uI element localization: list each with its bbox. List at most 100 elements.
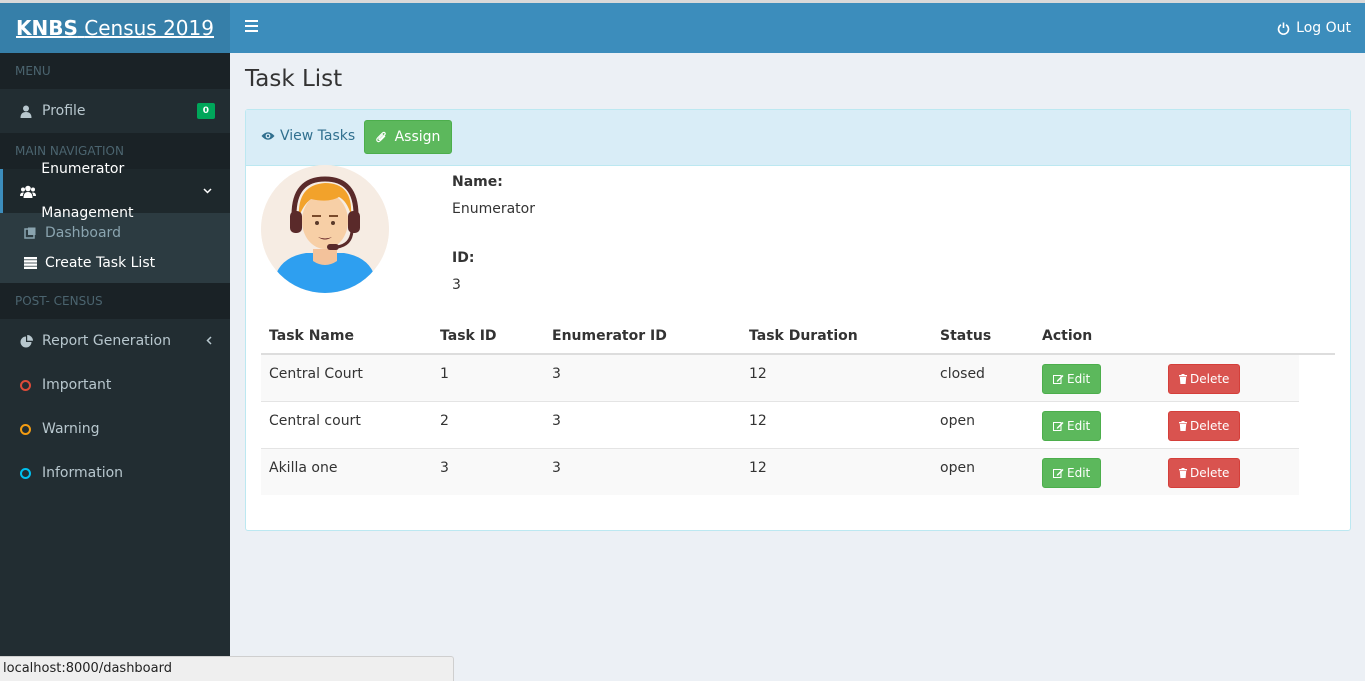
paperclip-icon bbox=[375, 131, 387, 143]
view-tasks-label: View Tasks bbox=[280, 128, 356, 144]
sidebar-item-report-generation[interactable]: Report Generation bbox=[0, 319, 230, 363]
edit-icon bbox=[1053, 468, 1064, 478]
cell-edit: Edit bbox=[1034, 353, 1160, 401]
trash-icon bbox=[1179, 467, 1187, 478]
cell-task-name: Central court bbox=[261, 400, 432, 448]
sidebar-item-label: Profile bbox=[42, 103, 86, 119]
list-icon bbox=[24, 257, 45, 269]
chevron-left-icon bbox=[206, 319, 212, 363]
col-action-2 bbox=[1160, 319, 1299, 355]
chevron-down-icon bbox=[203, 169, 212, 213]
table-row: Akilla one 3 3 12 open Edit Delete bbox=[261, 447, 1335, 495]
task-list-panel: View Tasks Assign Name: Enumerator ID: 3… bbox=[245, 109, 1351, 531]
delete-label: Delete bbox=[1190, 418, 1230, 433]
sidebar-item-important[interactable]: Important bbox=[0, 363, 230, 407]
cell-enumerator-id: 3 bbox=[544, 400, 741, 448]
sidebar-item-enumerator-management[interactable]: Enumerator Management bbox=[0, 161, 230, 221]
edit-button[interactable]: Edit bbox=[1042, 364, 1102, 394]
section-post-census: POST- CENSUS bbox=[0, 283, 230, 319]
eye-icon bbox=[261, 131, 275, 141]
name-label: Name: bbox=[452, 174, 503, 190]
enumerator-avatar bbox=[261, 165, 389, 293]
edit-label: Edit bbox=[1067, 465, 1091, 480]
cell-task-name: Akilla one bbox=[261, 447, 432, 495]
logout-label: Log Out bbox=[1296, 20, 1351, 36]
cell-task-name: Central Court bbox=[261, 353, 432, 401]
cell-duration: 12 bbox=[741, 353, 932, 401]
cell-enumerator-id: 3 bbox=[544, 353, 741, 401]
page-title: Task List bbox=[245, 66, 343, 92]
logo-text: Census 2019 bbox=[84, 16, 214, 40]
browser-status-bar: localhost:8000/dashboard bbox=[0, 656, 454, 681]
cell-spacer bbox=[1299, 448, 1335, 495]
cell-task-id: 1 bbox=[432, 353, 544, 401]
delete-label: Delete bbox=[1190, 465, 1230, 480]
delete-button[interactable]: Delete bbox=[1168, 457, 1241, 488]
trash-icon bbox=[1179, 374, 1187, 384]
trash-icon bbox=[1179, 420, 1187, 431]
col-status: Status bbox=[932, 319, 1034, 355]
top-navbar: Log Out bbox=[230, 3, 1365, 53]
delete-label: Delete bbox=[1190, 372, 1230, 386]
edit-icon bbox=[1053, 374, 1064, 384]
sidebar-item-profile[interactable]: Profile 0 bbox=[0, 89, 230, 133]
edit-button[interactable]: Edit bbox=[1042, 410, 1102, 441]
table-header-row: Task Name Task ID Enumerator ID Task Dur… bbox=[261, 319, 1335, 355]
power-icon bbox=[1277, 22, 1290, 35]
users-icon bbox=[20, 185, 41, 198]
circle-red-icon bbox=[20, 379, 42, 391]
name-value: Enumerator bbox=[452, 201, 535, 217]
edit-label: Edit bbox=[1067, 418, 1091, 433]
sidebar: KNBS Census 2019 MENU Profile 0 MAIN NAV… bbox=[0, 3, 230, 681]
id-label: ID: bbox=[452, 250, 475, 266]
cell-status: open bbox=[932, 447, 1034, 495]
cell-duration: 12 bbox=[741, 447, 932, 495]
submenu-label: Create Task List bbox=[45, 255, 156, 271]
table-row: Central court 2 3 12 open Edit Delete bbox=[261, 400, 1335, 448]
sidebar-toggle-icon[interactable] bbox=[245, 20, 258, 34]
profile-count-badge: 0 bbox=[196, 103, 215, 119]
logo-bold-text: KNBS bbox=[16, 16, 78, 40]
sidebar-item-label: Report Generation bbox=[42, 333, 171, 349]
logout-link[interactable]: Log Out bbox=[1277, 3, 1351, 53]
sidebar-item-label: Warning bbox=[42, 421, 100, 437]
assign-button[interactable]: Assign bbox=[364, 120, 452, 154]
delete-button[interactable]: Delete bbox=[1168, 364, 1241, 394]
cell-enumerator-id: 3 bbox=[544, 447, 741, 495]
delete-button[interactable]: Delete bbox=[1168, 410, 1241, 441]
col-task-duration: Task Duration bbox=[741, 319, 932, 355]
view-tasks-link[interactable]: View Tasks bbox=[261, 128, 355, 144]
col-enumerator-id: Enumerator ID bbox=[544, 319, 741, 355]
circle-yellow-icon bbox=[20, 423, 42, 435]
cell-status: open bbox=[932, 400, 1034, 448]
cell-spacer bbox=[1299, 401, 1335, 448]
circle-aqua-icon bbox=[20, 467, 42, 479]
cell-duration: 12 bbox=[741, 400, 932, 448]
assign-label: Assign bbox=[394, 129, 441, 145]
sidebar-item-label: Information bbox=[42, 465, 124, 481]
cell-edit: Edit bbox=[1034, 447, 1160, 495]
task-table: Task Name Task ID Enumerator ID Task Dur… bbox=[261, 319, 1335, 495]
edit-icon bbox=[1053, 421, 1064, 431]
sidebar-item-label: Important bbox=[42, 377, 112, 393]
cell-spacer bbox=[1299, 354, 1335, 401]
cell-delete: Delete bbox=[1160, 353, 1299, 401]
sidebar-item-information[interactable]: Information bbox=[0, 451, 230, 495]
cell-status: closed bbox=[932, 353, 1034, 401]
panel-toolbar: View Tasks Assign bbox=[246, 110, 1350, 166]
cell-delete: Delete bbox=[1160, 400, 1299, 448]
edit-label: Edit bbox=[1067, 372, 1091, 386]
cell-edit: Edit bbox=[1034, 400, 1160, 448]
cell-delete: Delete bbox=[1160, 447, 1299, 495]
id-value: 3 bbox=[452, 277, 461, 293]
col-task-name: Task Name bbox=[261, 319, 432, 355]
cell-task-id: 3 bbox=[432, 447, 544, 495]
app-logo[interactable]: KNBS Census 2019 bbox=[0, 3, 230, 53]
submenu-item-create-task-list[interactable]: Create Task List bbox=[0, 248, 230, 278]
edit-button[interactable]: Edit bbox=[1042, 457, 1102, 488]
cell-task-id: 2 bbox=[432, 400, 544, 448]
table-row: Central Court 1 3 12 closed Edit Delete bbox=[261, 353, 1335, 401]
col-action: Action bbox=[1034, 319, 1160, 355]
user-icon bbox=[20, 105, 42, 118]
sidebar-item-warning[interactable]: Warning bbox=[0, 407, 230, 451]
